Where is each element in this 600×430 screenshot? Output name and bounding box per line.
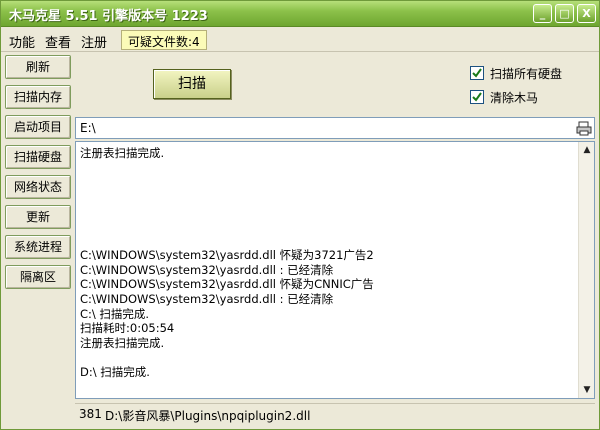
network-status-button[interactable]: 网络状态 — [5, 175, 71, 199]
scan-all-drives-checkbox[interactable] — [470, 66, 484, 80]
close-button[interactable]: X — [577, 4, 596, 23]
scan-log[interactable]: 注册表扫描完成. C:\WINDOWS\system32\yasrdd.dll 怀… — [75, 141, 595, 399]
log-scrollbar[interactable]: ▲ ▼ — [578, 142, 594, 398]
scroll-down-icon[interactable]: ▼ — [579, 382, 594, 398]
menu-view[interactable]: 查看 — [45, 32, 71, 51]
log-line: C:\ 扫描完成. — [80, 306, 150, 321]
minimize-button[interactable]: _ — [533, 4, 552, 23]
app-window: 木马克星 5.51 引擎版本号 1223 _ □ X 功能 查看 注册 可疑文件… — [0, 0, 600, 430]
remove-trojans-checkbox[interactable] — [470, 90, 484, 104]
menu-bar: 功能 查看 注册 可疑文件数:4 — [1, 28, 599, 52]
update-button[interactable]: 更新 — [5, 205, 71, 229]
log-line: C:\WINDOWS\system32\yasrdd.dll 怀疑为3721广告… — [80, 248, 374, 263]
checkmark-icon — [472, 92, 482, 102]
log-line: 注册表扫描完成. — [80, 335, 165, 350]
suspicious-file-count: 可疑文件数:4 — [121, 30, 207, 50]
log-line: C:\WINDOWS\system32\yasrdd.dll 怀疑为CNNIC广… — [80, 277, 374, 292]
log-line: 扫描耗时:0:05:54 — [80, 321, 175, 336]
title-bar[interactable]: 木马克星 5.51 引擎版本号 1223 _ □ X — [1, 1, 599, 27]
log-line: 注册表扫描完成. — [80, 146, 165, 160]
printer-icon[interactable] — [576, 120, 592, 136]
log-line: D:\ 扫描完成. — [80, 364, 150, 379]
menu-function[interactable]: 功能 — [9, 32, 35, 51]
log-content: 注册表扫描完成. C:\WINDOWS\system32\yasrdd.dll 怀… — [80, 146, 572, 380]
log-line: C:\WINDOWS\system32\yasrdd.dll : 已经清除 — [80, 262, 334, 277]
scan-path-value: E:\ — [80, 121, 96, 135]
status-bar: 381 D:\影音风暴\Plugins\npqiplugin2.dll — [75, 403, 595, 425]
scan-button[interactable]: 扫描 — [153, 69, 231, 99]
maximize-button[interactable]: □ — [555, 4, 574, 23]
refresh-button[interactable]: 刷新 — [5, 55, 71, 79]
startup-items-button[interactable]: 启动项目 — [5, 115, 71, 139]
scroll-up-icon[interactable]: ▲ — [579, 142, 594, 158]
remove-trojans-label: 清除木马 — [490, 91, 539, 105]
log-line: C:\WINDOWS\system32\yasrdd.dll : 已经清除 — [80, 291, 334, 306]
scan-memory-button[interactable]: 扫描内存 — [5, 85, 71, 109]
scan-path-field[interactable]: E:\ — [75, 117, 595, 139]
scan-all-drives-label: 扫描所有硬盘 — [490, 67, 563, 81]
quarantine-button[interactable]: 隔离区 — [5, 265, 71, 289]
current-file-path: D:\影音风暴\Plugins\npqiplugin2.dll — [105, 409, 311, 423]
checkmark-icon — [472, 68, 482, 78]
scan-disk-button[interactable]: 扫描硬盘 — [5, 145, 71, 169]
menu-register[interactable]: 注册 — [81, 32, 107, 51]
window-title: 木马克星 5.51 引擎版本号 1223 — [9, 9, 208, 24]
scanned-file-count: 381 — [79, 407, 102, 421]
sidebar: 刷新 扫描内存 启动项目 扫描硬盘 网络状态 更新 系统进程 隔离区 — [3, 53, 73, 429]
system-process-button[interactable]: 系统进程 — [5, 235, 71, 259]
